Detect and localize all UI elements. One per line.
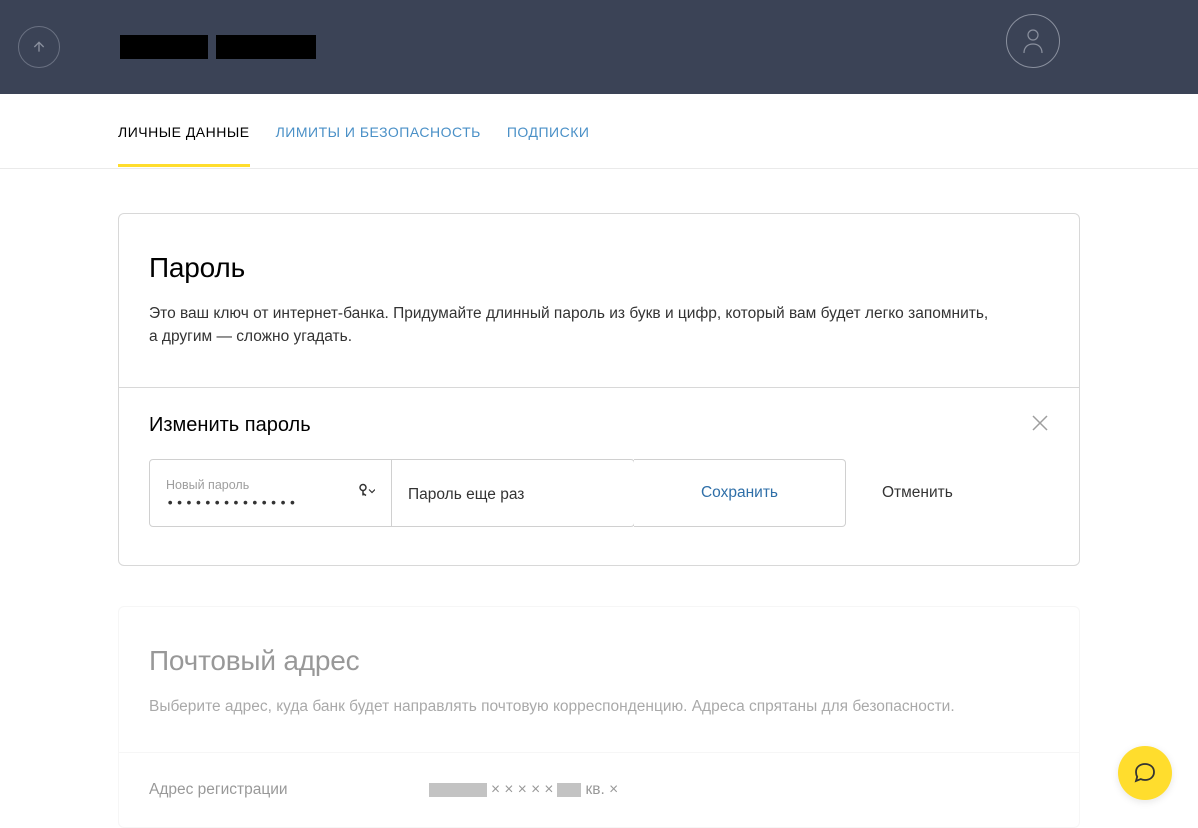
password-form-row: Новый пароль •••••••••••••• Пароль еще р…: [149, 459, 1049, 527]
address-card: Почтовый адрес Выберите адрес, куда банк…: [118, 606, 1080, 828]
password-card: Пароль Это ваш ключ от интернет-банка. П…: [118, 213, 1080, 566]
password-key-icon[interactable]: [359, 483, 375, 502]
registration-address-value: × × × × × кв. ×: [429, 781, 618, 799]
save-button[interactable]: Сохранить: [634, 459, 846, 527]
redacted-address-part-1: [429, 783, 487, 797]
address-title: Почтовый адрес: [149, 645, 1049, 677]
registration-address-row: Адрес регистрации × × × × × кв. ×: [119, 752, 1079, 827]
tab-personal-data[interactable]: ЛИЧНЫЕ ДАННЫЕ: [118, 96, 250, 167]
password-description: Это ваш ключ от интернет-банка. Придумай…: [149, 302, 999, 349]
tab-limits-security[interactable]: ЛИМИТЫ И БЕЗОПАСНОСТЬ: [276, 96, 481, 167]
tab-subscriptions[interactable]: ПОДПИСКИ: [507, 96, 590, 167]
tabs-nav: ЛИЧНЫЕ ДАННЫЕ ЛИМИТЫ И БЕЗОПАСНОСТЬ ПОДП…: [0, 94, 1198, 169]
password-input-group: Новый пароль •••••••••••••• Пароль еще р…: [149, 459, 635, 527]
masked-middle: × × × × ×: [491, 781, 553, 799]
chat-button[interactable]: [1118, 746, 1172, 800]
upload-button[interactable]: [18, 26, 60, 68]
arrow-up-icon: [31, 39, 47, 55]
redacted-address-part-2: [557, 783, 581, 797]
new-password-value: ••••••••••••••: [166, 496, 375, 512]
user-icon: [1021, 27, 1045, 55]
new-password-label: Новый пароль: [166, 478, 375, 492]
redacted-last-name: [216, 35, 316, 59]
registration-address-label: Адрес регистрации: [149, 781, 429, 799]
app-header: [0, 0, 1198, 94]
change-password-title: Изменить пароль: [149, 414, 1049, 437]
close-icon: [1031, 414, 1049, 432]
change-password-section: Изменить пароль Новый пароль •••••••••••…: [119, 387, 1079, 565]
key-icon: [359, 483, 375, 497]
masked-suffix: кв. ×: [585, 781, 618, 799]
new-password-input[interactable]: Новый пароль ••••••••••••••: [150, 460, 392, 526]
main-content: Пароль Это ваш ключ от интернет-банка. П…: [0, 213, 1198, 828]
repeat-password-input[interactable]: Пароль еще раз: [392, 460, 634, 526]
repeat-password-placeholder: Пароль еще раз: [408, 486, 618, 504]
profile-button[interactable]: [1006, 14, 1060, 68]
redacted-first-name: [120, 35, 208, 59]
chat-icon: [1132, 760, 1158, 786]
close-button[interactable]: [1031, 414, 1049, 432]
password-card-header: Пароль Это ваш ключ от интернет-банка. П…: [119, 214, 1079, 387]
cancel-button[interactable]: Отменить: [846, 459, 989, 527]
user-name: [120, 35, 316, 59]
address-description: Выберите адрес, куда банк будет направля…: [149, 695, 999, 718]
password-title: Пароль: [149, 252, 1049, 284]
